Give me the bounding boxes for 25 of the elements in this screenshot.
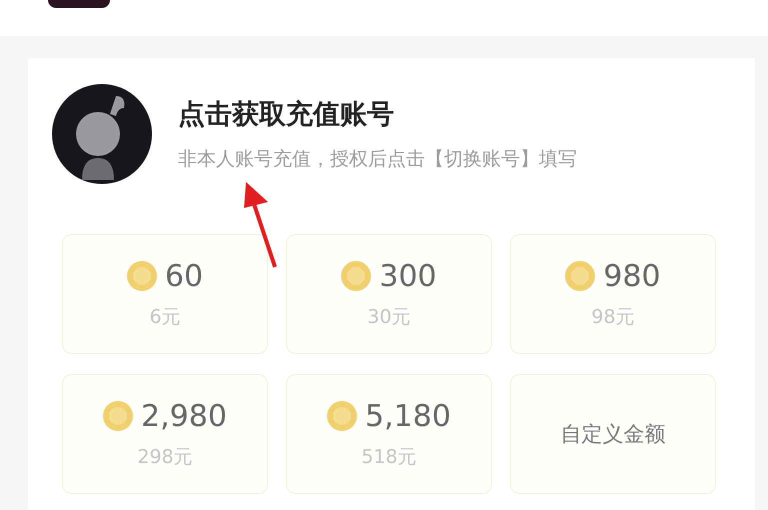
amount-option[interactable]: 300 30元 [286, 234, 492, 354]
amount-option[interactable]: 5,180 518元 [286, 374, 492, 494]
amount-option[interactable]: 60 6元 [62, 234, 268, 354]
coin-icon [103, 401, 134, 431]
account-title[interactable]: 点击获取充值账号 [178, 96, 577, 132]
coin-icon [126, 261, 157, 291]
amount-option[interactable]: 自定义金额 [510, 374, 716, 494]
amount-option[interactable]: 2,980 298元 [62, 374, 268, 494]
coin-icon [341, 261, 372, 291]
coin-amount: 2,980 [141, 398, 227, 434]
amount-option[interactable]: 980 98元 [510, 234, 716, 354]
custom-amount-label: 自定义金额 [560, 421, 666, 448]
avatar-icon[interactable] [52, 84, 152, 184]
price-label: 518元 [361, 444, 417, 470]
price-label: 98元 [591, 304, 635, 330]
coin-amount: 980 [603, 258, 661, 294]
price-label: 298元 [137, 444, 193, 470]
coin-icon [327, 401, 358, 431]
account-hint: 非本人账号充值，授权后点击【切换账号】填写 [178, 147, 577, 172]
coin-amount: 5,180 [365, 398, 451, 434]
coin-icon [565, 261, 596, 291]
coin-amount: 300 [379, 258, 437, 294]
coin-amount: 60 [164, 258, 204, 294]
price-label: 6元 [149, 304, 181, 330]
price-label: 30元 [367, 304, 411, 330]
